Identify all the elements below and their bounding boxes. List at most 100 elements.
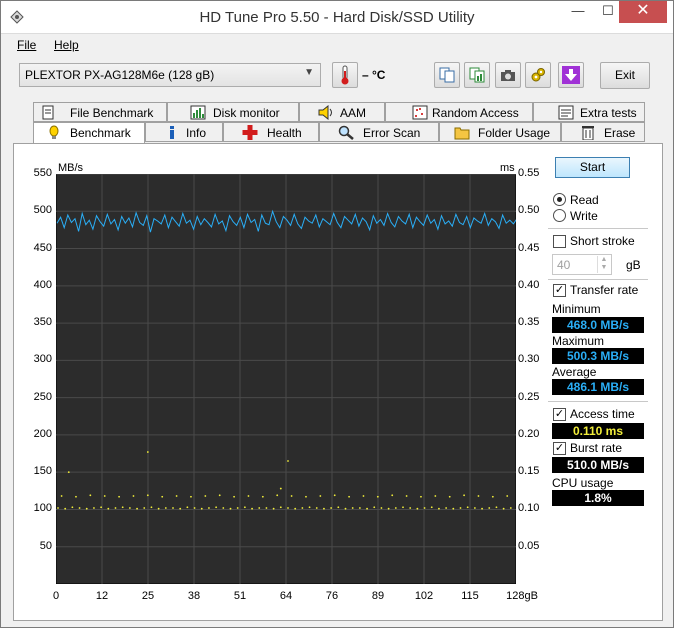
start-button[interactable]: Start [555, 157, 630, 178]
transfer-rate-checkbox[interactable]: ✓ [553, 284, 566, 297]
tab-file-benchmark[interactable]: File Benchmark [33, 102, 167, 122]
divider [548, 401, 648, 402]
access-time-point [387, 507, 390, 510]
transfer-rate-label: Transfer rate [570, 283, 639, 297]
copy-graph-button[interactable] [464, 62, 490, 88]
access-time-point [330, 507, 333, 509]
write-radio[interactable] [553, 209, 566, 222]
left-axis-tick-label: 550 [33, 167, 52, 179]
tab-extra-tests[interactable]: Extra tests [533, 102, 645, 122]
save-button[interactable] [558, 62, 584, 88]
menu-help[interactable]: Help [54, 38, 79, 52]
tab-label: Erase [604, 126, 636, 140]
access-time-point [380, 507, 383, 509]
tab-random-access[interactable]: Random Access [385, 102, 533, 122]
access-time-point [402, 506, 404, 509]
right-axis-tick-label: 0.20 [518, 427, 540, 440]
access-time-point [279, 487, 282, 490]
menu-bar: File Help [1, 35, 673, 55]
right-axis-tick-label: 0.25 [518, 390, 540, 403]
left-axis-tick-label: 150 [33, 465, 52, 478]
access-time-point [136, 507, 138, 510]
camera-icon [501, 70, 515, 81]
thermometer-button[interactable] [332, 62, 358, 88]
access-time-point [323, 507, 325, 510]
access-time-point [287, 460, 289, 462]
benchmark-panel: MB/s ms 550 500 450 400 350 300 250 200 150 100 50… [13, 143, 663, 621]
access-time-point [261, 495, 264, 498]
short-stroke-value: 40 [557, 258, 571, 272]
close-button[interactable]: ✕ [619, 1, 667, 23]
x-axis-tick-label: 12 [95, 590, 109, 602]
tab-disk-monitor[interactable]: Disk monitor [167, 102, 299, 122]
tab-health[interactable]: Health [223, 122, 319, 142]
tab-error-scan[interactable]: Error Scan [319, 122, 439, 142]
access-time-point [193, 507, 196, 509]
tab-aam[interactable]: AAM [299, 102, 385, 122]
benchmark-icon [49, 125, 59, 139]
health-icon [242, 125, 258, 140]
access-time-point [89, 494, 92, 497]
access-time-point [164, 507, 167, 509]
access-time-point [373, 506, 376, 509]
tab-info[interactable]: Info [145, 122, 223, 142]
spin-arrows-icon[interactable]: ▲ ▼ [597, 256, 610, 273]
access-time-point [452, 507, 455, 510]
right-axis-tick-label: 0.45 [518, 241, 540, 254]
access-time-point [420, 495, 422, 498]
access-time-point [93, 507, 95, 509]
access-time-checkbox[interactable]: ✓ [553, 408, 566, 421]
access-time-point [121, 506, 124, 509]
access-time-point [229, 507, 232, 510]
access-time-point [75, 495, 77, 498]
screenshot-button[interactable] [495, 62, 521, 88]
access-time-point [204, 495, 207, 497]
tab-folder-usage[interactable]: Folder Usage [439, 122, 561, 142]
minimize-button[interactable]: — [563, 1, 593, 23]
tab-label: Extra tests [580, 106, 637, 120]
access-time-point [190, 495, 192, 498]
access-time-point [146, 494, 149, 497]
x-axis-tick-label: 25 [141, 590, 155, 602]
tab-label: AAM [340, 106, 367, 120]
access-time-point [118, 495, 120, 498]
access-time-point [132, 495, 135, 497]
menu-file[interactable]: File [17, 38, 36, 52]
drive-select[interactable]: PLEXTOR PX-AG128M6e (128 gB) ▼ [19, 63, 321, 87]
access-time-point [146, 451, 149, 453]
tab-erase[interactable]: Erase [561, 122, 645, 142]
access-time-point [430, 506, 433, 509]
cpu-usage-label: CPU usage [552, 476, 614, 490]
extra-tests-icon [558, 105, 574, 120]
access-time-point [175, 495, 178, 497]
drive-select-value: PLEXTOR PX-AG128M6e (128 gB) [25, 68, 215, 82]
copy-info-button[interactable] [434, 62, 460, 88]
access-time-point [85, 507, 88, 510]
left-axis-tick-label: 300 [33, 353, 52, 366]
access-time-point [71, 506, 74, 509]
left-axis-tick-label: 100 [33, 502, 52, 515]
maximum-value: 500.3 MB/s [552, 348, 644, 364]
minimum-value: 468.0 MB/s [552, 317, 644, 333]
title-bar: HD Tune Pro 5.50 - Hard Disk/SSD Utility… [1, 1, 673, 34]
access-time-point [502, 507, 505, 510]
right-axis-label: ms [500, 162, 515, 174]
right-axis-tick-label: 0.05 [518, 539, 540, 552]
access-time-point [208, 507, 210, 509]
tab-benchmark[interactable]: Benchmark [33, 122, 145, 144]
right-axis-tick-label: 0.35 [518, 316, 540, 329]
short-stroke-checkbox[interactable] [553, 235, 566, 248]
access-time-point [477, 495, 480, 497]
left-axis-tick-label: 200 [33, 427, 52, 440]
left-axis-tick-label: 50 [39, 539, 52, 552]
short-stroke-spinbox[interactable]: 40 ▲ ▼ [552, 254, 612, 275]
disk-monitor-icon [190, 105, 206, 120]
access-time-point [488, 507, 491, 509]
left-axis-tick-label: 500 [33, 204, 52, 217]
right-axis-tick-label: 0.50 [518, 204, 540, 217]
exit-button[interactable]: Exit [600, 62, 650, 89]
burst-rate-checkbox[interactable]: ✓ [553, 442, 566, 455]
chevron-down-icon: ▼ [304, 67, 314, 78]
read-radio[interactable] [553, 193, 566, 206]
options-button[interactable] [525, 62, 551, 88]
